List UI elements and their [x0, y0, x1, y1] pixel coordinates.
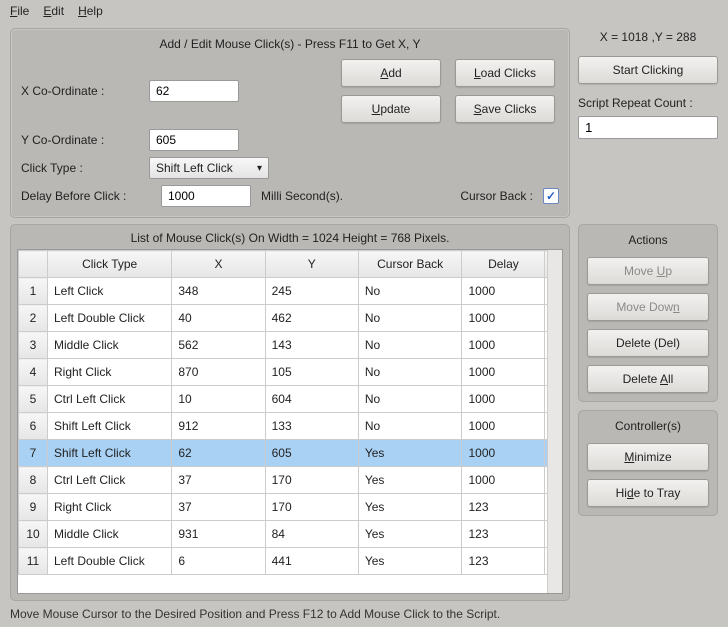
controllers-title: Controller(s) — [587, 419, 709, 433]
table-row[interactable]: 3Middle Click562143No1000 — [19, 332, 562, 359]
menu-edit[interactable]: Edit — [43, 4, 64, 18]
table-row[interactable]: 11Left Double Click6441Yes123 — [19, 548, 562, 575]
menu-help[interactable]: Help — [78, 4, 103, 18]
repeat-count-label: Script Repeat Count : — [578, 96, 718, 110]
menu-file[interactable]: File — [10, 4, 29, 18]
table-row[interactable]: 9Right Click37170Yes123 — [19, 494, 562, 521]
table-header-row: Click Type X Y Cursor Back Delay — [19, 251, 562, 278]
status-bar: Move Mouse Cursor to the Desired Positio… — [0, 601, 728, 627]
table-row[interactable]: 8Ctrl Left Click37170Yes1000 — [19, 467, 562, 494]
actions-group: Actions Move Up Move Down Delete (Del) D… — [578, 224, 718, 402]
table-row[interactable]: 7Shift Left Click62605Yes1000 — [19, 440, 562, 467]
table-row[interactable]: 2Left Double Click40462No1000 — [19, 305, 562, 332]
cursor-back-checkbox[interactable]: ✓ — [543, 188, 559, 204]
cursor-coords: X = 1018 ,Y = 288 — [578, 30, 718, 44]
table-row[interactable]: 1Left Click348245No1000 — [19, 278, 562, 305]
start-clicking-button[interactable]: Start Clicking — [578, 56, 718, 84]
table-row[interactable]: 6Shift Left Click912133No1000 — [19, 413, 562, 440]
move-up-button[interactable]: Move Up — [587, 257, 709, 285]
controllers-group: Controller(s) Minimize Hide to Tray — [578, 410, 718, 516]
cursor-back-label: Cursor Back : — [460, 189, 533, 203]
delay-input[interactable] — [161, 185, 251, 207]
col-click-type[interactable]: Click Type — [48, 251, 172, 278]
x-coord-input[interactable] — [149, 80, 239, 102]
delay-unit: Milli Second(s). — [261, 189, 343, 203]
y-coord-label: Y Co-Ordinate : — [21, 133, 141, 147]
menubar: File Edit Help — [0, 0, 728, 22]
table-panel: List of Mouse Click(s) On Width = 1024 H… — [10, 224, 570, 601]
table-row[interactable]: 5Ctrl Left Click10604No1000 — [19, 386, 562, 413]
load-clicks-button[interactable]: Load Clicks — [455, 59, 555, 87]
y-coord-input[interactable] — [149, 129, 239, 151]
click-type-combo[interactable]: Shift Left Click ▾ — [149, 157, 269, 179]
minimize-button[interactable]: Minimize — [587, 443, 709, 471]
save-clicks-button[interactable]: Save Clicks — [455, 95, 555, 123]
table-row[interactable]: 4Right Click870105No1000 — [19, 359, 562, 386]
delete-button[interactable]: Delete (Del) — [587, 329, 709, 357]
add-edit-title: Add / Edit Mouse Click(s) - Press F11 to… — [21, 37, 559, 51]
col-x[interactable]: X — [172, 251, 265, 278]
chevron-down-icon: ▾ — [257, 163, 262, 174]
repeat-count-input[interactable] — [578, 116, 718, 139]
click-table[interactable]: Click Type X Y Cursor Back Delay 1Left C… — [17, 249, 563, 594]
table-title: List of Mouse Click(s) On Width = 1024 H… — [17, 231, 563, 245]
table-row[interactable]: 10Middle Click93184Yes123 — [19, 521, 562, 548]
add-edit-panel: Add / Edit Mouse Click(s) - Press F11 to… — [10, 28, 570, 218]
table-scrollbar[interactable] — [547, 250, 562, 593]
actions-title: Actions — [587, 233, 709, 247]
delay-label: Delay Before Click : — [21, 189, 151, 203]
col-y[interactable]: Y — [265, 251, 358, 278]
add-button[interactable]: Add — [341, 59, 441, 87]
col-delay[interactable]: Delay — [462, 251, 545, 278]
hide-to-tray-button[interactable]: Hide to Tray — [587, 479, 709, 507]
update-button[interactable]: Update — [341, 95, 441, 123]
move-down-button[interactable]: Move Down — [587, 293, 709, 321]
x-coord-label: X Co-Ordinate : — [21, 84, 141, 98]
click-type-label: Click Type : — [21, 161, 141, 175]
col-cursor-back[interactable]: Cursor Back — [358, 251, 462, 278]
delete-all-button[interactable]: Delete All — [587, 365, 709, 393]
